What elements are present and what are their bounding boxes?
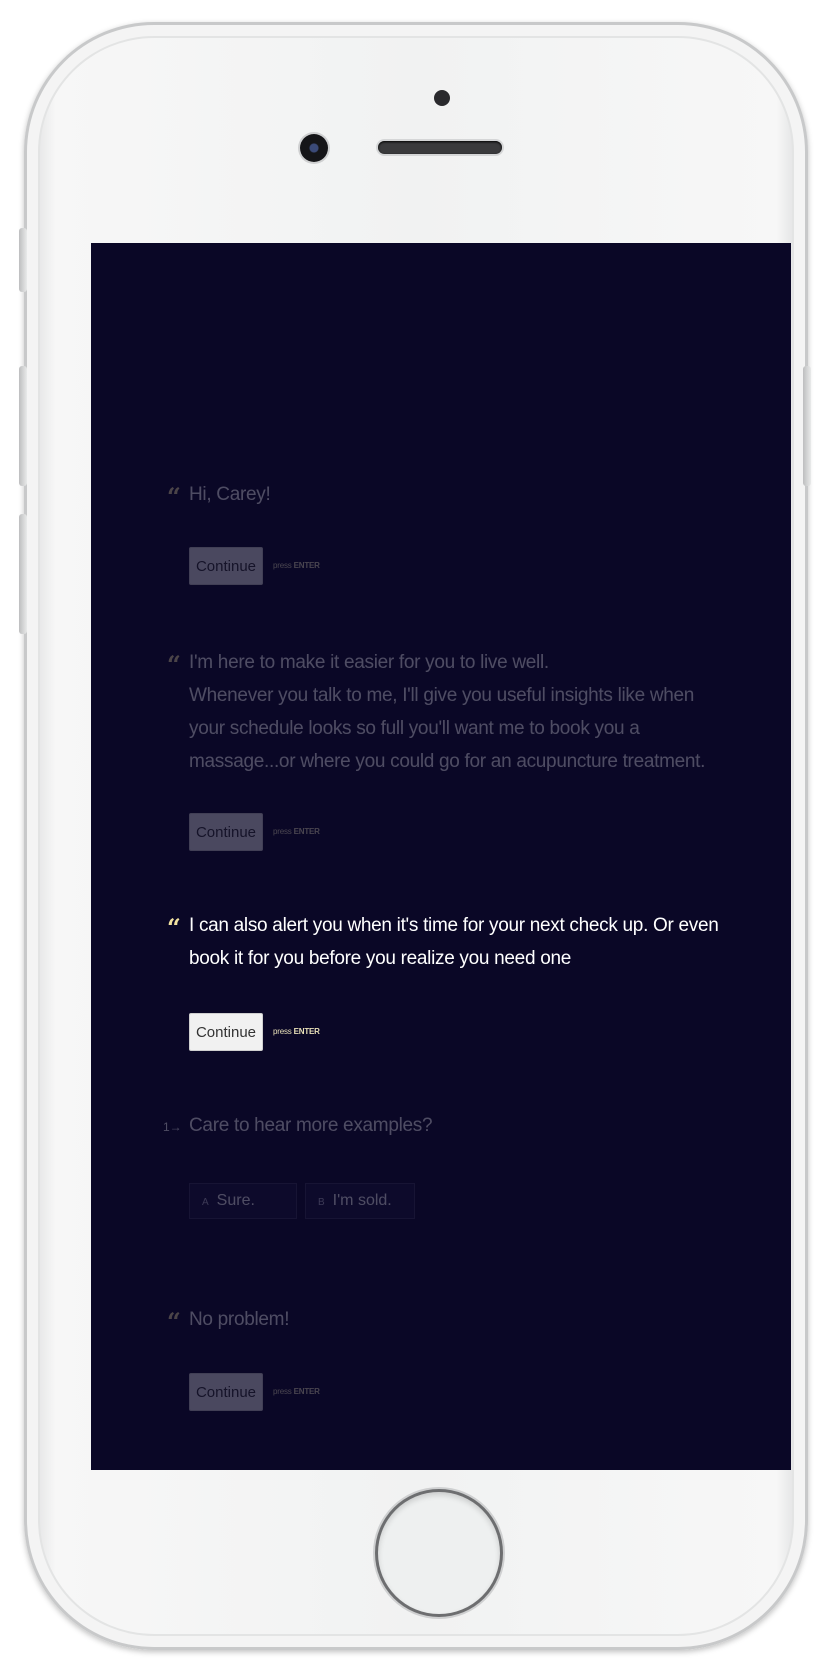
volume-up-button xyxy=(19,366,27,486)
home-button[interactable] xyxy=(378,1492,500,1614)
power-button xyxy=(803,366,811,486)
closing-text: No problem! xyxy=(189,1309,290,1330)
closing-block: “ No problem! Continue press ENTER xyxy=(91,243,791,1470)
press-enter-hint: press ENTER xyxy=(273,1387,320,1396)
proximity-sensor xyxy=(434,90,450,106)
chat-screen: “ Hi, Carey! Continue press ENTER “ I'm … xyxy=(91,243,791,1470)
earpiece-speaker xyxy=(378,141,502,154)
volume-down-button xyxy=(19,514,27,634)
continue-button[interactable]: Continue xyxy=(189,1373,263,1411)
phone-frame: “ Hi, Carey! Continue press ENTER “ I'm … xyxy=(24,22,808,1650)
quote-icon: “ xyxy=(167,1307,181,1336)
mute-switch xyxy=(19,228,27,292)
front-camera xyxy=(300,134,328,162)
